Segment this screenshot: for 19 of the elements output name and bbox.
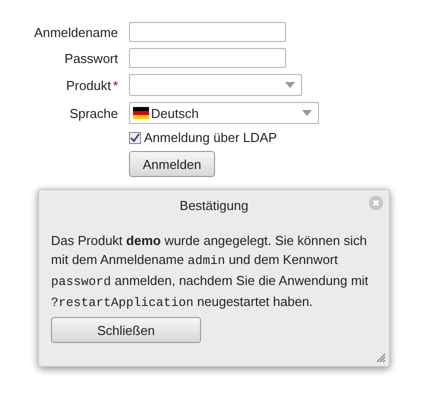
dropdown[interactable] xyxy=(129,74,302,96)
dialog-title: Bestätigung xyxy=(178,198,250,213)
required-mark: * xyxy=(112,78,118,92)
field-label: Passwort xyxy=(64,50,118,66)
field-label: Produkt xyxy=(66,78,111,92)
checkbox[interactable] xyxy=(129,132,141,144)
field-label: Sprache xyxy=(70,106,118,120)
dropdown[interactable]: Deutsch xyxy=(129,102,319,124)
dialog-message: Das Produkt demo wurde angegelegt. Sie können sich mit dem Anmeldename admin und dem Kennwort password anmelden, nachdem Sie die Anwendung mit ?restartApplication neugestartet haben. xyxy=(51,232,370,312)
caret-icon xyxy=(285,82,295,88)
resize-grip-icon[interactable] xyxy=(376,353,386,363)
login-button[interactable]: Anmelden xyxy=(129,151,215,177)
input-field[interactable] xyxy=(129,48,286,68)
field-label: Anmeldename xyxy=(34,24,118,40)
close-icon[interactable] xyxy=(369,196,383,210)
checkbox-label: Anmeldung über LDAP xyxy=(144,130,277,145)
close-button[interactable]: Schließen xyxy=(51,317,201,343)
caret-icon xyxy=(302,110,312,116)
input-field[interactable] xyxy=(129,22,286,42)
